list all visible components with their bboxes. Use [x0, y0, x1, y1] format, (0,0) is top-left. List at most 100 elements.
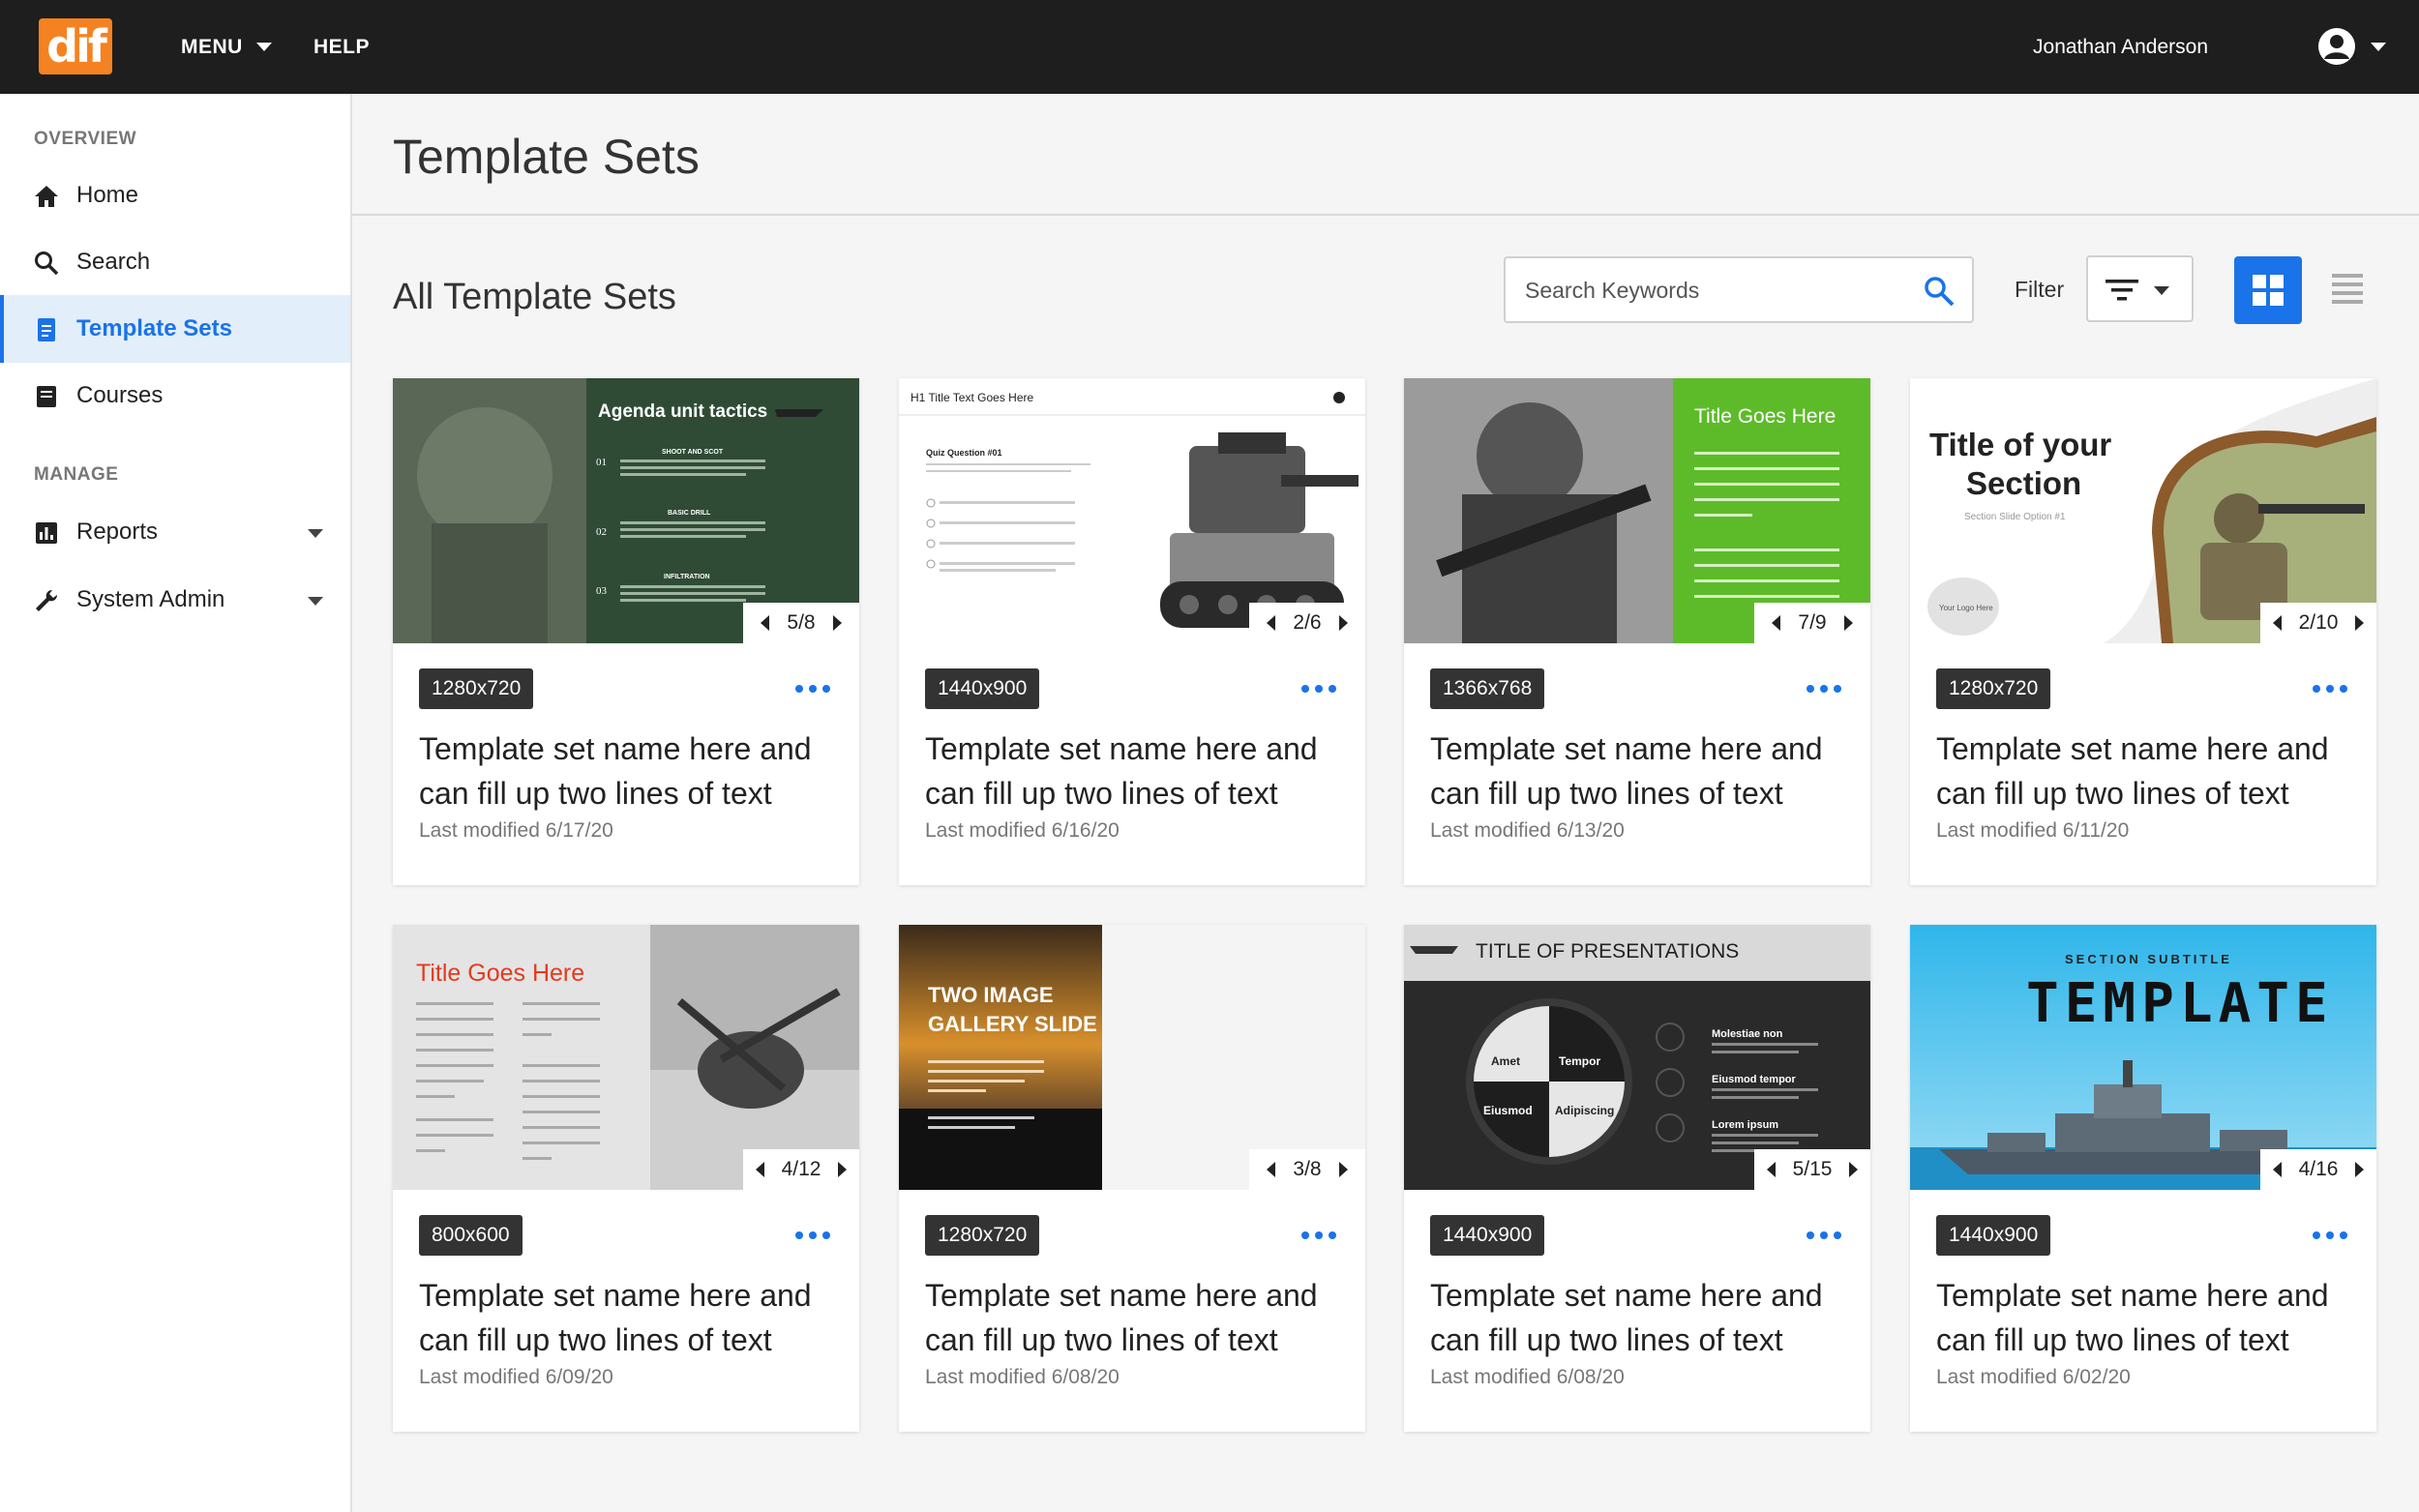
prev-arrow-icon[interactable] [2272, 615, 2282, 631]
resolution-badge: 1440x900 [1430, 1215, 1545, 1256]
thumb-item: BASIC DRILL [668, 510, 711, 517]
more-options-icon[interactable] [1301, 1227, 1336, 1244]
slide-pager: 2/6 [1249, 603, 1365, 643]
card-title[interactable]: Template set name here and can fill up t… [1430, 726, 1856, 815]
card-thumbnail[interactable]: Title Goes Here 4/12 [393, 925, 859, 1190]
next-arrow-icon[interactable] [1338, 1162, 1348, 1177]
user-menu-chevron-icon[interactable] [2371, 43, 2386, 51]
next-arrow-icon[interactable] [2355, 1162, 2365, 1177]
template-set-card[interactable]: TITLE OF PRESENTATIONS Amet Tempor Eiusm… [1404, 925, 1870, 1432]
thumb-title: H1 Title Text Goes Here [911, 391, 1033, 404]
user-name[interactable]: Jonathan Anderson [2033, 0, 2208, 94]
thumb-item: Eiusmod tempor [1712, 1074, 1797, 1085]
more-options-icon[interactable] [2313, 1227, 2347, 1244]
account-icon[interactable] [2318, 28, 2355, 65]
filter-label: Filter [2015, 277, 2065, 302]
template-set-card[interactable]: TWO IMAGE GALLERY SLIDE 3/8 1280x720 Tem… [899, 925, 1365, 1432]
top-app-bar: dif MENU HELP Jonathan Anderson [0, 0, 2419, 94]
help-label: HELP [314, 35, 371, 58]
prev-arrow-icon[interactable] [761, 615, 770, 631]
next-arrow-icon[interactable] [1849, 1162, 1859, 1177]
more-options-icon[interactable] [2313, 680, 2347, 697]
sidebar-item-label: System Admin [76, 586, 225, 612]
sidebar-item-reports[interactable]: Reports [0, 498, 350, 566]
thumb-subtitle: Section Slide Option #1 [1964, 512, 2066, 522]
sidebar-item-search[interactable]: Search [0, 228, 350, 296]
app-logo[interactable]: dif [39, 18, 112, 74]
card-thumbnail[interactable]: TITLE OF PRESENTATIONS Amet Tempor Eiusm… [1404, 925, 1870, 1190]
thumb-quad: Eiusmod [1483, 1104, 1533, 1117]
more-options-icon[interactable] [795, 1227, 830, 1244]
prev-arrow-icon[interactable] [2272, 1162, 2282, 1177]
grid-view-icon [2253, 275, 2284, 306]
last-modified: Last modified 6/16/20 [925, 819, 1120, 842]
prev-arrow-icon[interactable] [1267, 1162, 1276, 1177]
card-title[interactable]: Template set name here and can fill up t… [925, 726, 1351, 815]
more-options-icon[interactable] [1807, 1227, 1841, 1244]
filter-dropdown[interactable] [2086, 255, 2194, 322]
more-options-icon[interactable] [1807, 680, 1841, 697]
page-title: Template Sets [393, 130, 700, 184]
template-set-card[interactable]: Title of your Section Section Slide Opti… [1910, 378, 2376, 885]
chevron-down-icon [255, 43, 272, 51]
prev-arrow-icon[interactable] [1772, 615, 1781, 631]
sidebar-item-label: Reports [76, 519, 159, 545]
card-thumbnail[interactable]: H1 Title Text Goes Here Quiz Question #0… [899, 378, 1365, 643]
slide-pager: 7/9 [1754, 603, 1870, 643]
sidebar-item-system-admin[interactable]: System Admin [0, 566, 350, 634]
next-arrow-icon[interactable] [832, 615, 842, 631]
search-icon[interactable] [1922, 274, 1956, 309]
template-set-card[interactable]: SECTION SUBTITLE TEMPLATE 4/16 1440x900 … [1910, 925, 2376, 1432]
next-arrow-icon[interactable] [838, 1162, 848, 1177]
sidebar-section-manage: MANAGE [34, 464, 119, 485]
card-thumbnail[interactable]: Title of your Section Section Slide Opti… [1910, 378, 2376, 643]
search-input[interactable] [1525, 272, 1912, 309]
card-title[interactable]: Template set name here and can fill up t… [925, 1273, 1351, 1362]
list-view-icon[interactable] [2330, 271, 2365, 306]
template-set-card[interactable]: Title Goes Here 4/12 800x600 Template se… [393, 925, 859, 1432]
thumb-title: Section [1966, 465, 2081, 501]
slide-pager: 5/8 [743, 603, 859, 643]
card-title[interactable]: Template set name here and can fill up t… [1936, 726, 2362, 815]
prev-arrow-icon[interactable] [755, 1162, 764, 1177]
thumb-title: TITLE OF PRESENTATIONS [1476, 940, 1739, 963]
sidebar-item-label: Template Sets [76, 315, 232, 341]
sidebar-item-home[interactable]: Home [0, 162, 350, 229]
sidebar-item-template-sets[interactable]: Template Sets [0, 295, 350, 363]
more-options-icon[interactable] [795, 680, 830, 697]
template-set-card[interactable]: H1 Title Text Goes Here Quiz Question #0… [899, 378, 1365, 885]
next-arrow-icon[interactable] [1843, 615, 1853, 631]
grid-view-button[interactable] [2234, 256, 2302, 324]
home-icon [35, 186, 58, 207]
search-icon [35, 252, 59, 276]
card-thumbnail[interactable]: Title Goes Here 7/9 [1404, 378, 1870, 643]
template-set-card[interactable]: Title Goes Here 7/9 1366x768 Template se… [1404, 378, 1870, 885]
thumb-quad: Amet [1491, 1054, 1520, 1068]
card-thumbnail[interactable]: SECTION SUBTITLE TEMPLATE 4/16 [1910, 925, 2376, 1190]
help-link[interactable]: HELP [314, 0, 370, 94]
prev-arrow-icon[interactable] [1267, 615, 1276, 631]
card-title[interactable]: Template set name here and can fill up t… [1430, 1273, 1856, 1362]
next-arrow-icon[interactable] [2355, 615, 2365, 631]
thumb-item: Molestiae non [1712, 1028, 1783, 1040]
card-title[interactable]: Template set name here and can fill up t… [419, 726, 845, 815]
sidebar-section-overview: OVERVIEW [34, 129, 137, 149]
thumb-quad: Tempor [1559, 1054, 1600, 1068]
pager-count: 5/8 [787, 611, 816, 634]
card-title[interactable]: Template set name here and can fill up t… [1936, 1273, 2362, 1362]
card-thumbnail[interactable]: TWO IMAGE GALLERY SLIDE 3/8 [899, 925, 1365, 1190]
last-modified: Last modified 6/02/20 [1936, 1366, 2131, 1388]
template-set-card[interactable]: Agenda unit tactics 01 SHOOT AND SCOT 02… [393, 378, 859, 885]
prev-arrow-icon[interactable] [1766, 1162, 1776, 1177]
next-arrow-icon[interactable] [1338, 615, 1348, 631]
more-options-icon[interactable] [1301, 680, 1336, 697]
slide-pager: 5/15 [1754, 1149, 1870, 1190]
resolution-badge: 1280x720 [419, 668, 534, 709]
thumb-quad: Adipiscing [1555, 1104, 1614, 1117]
card-title[interactable]: Template set name here and can fill up t… [419, 1273, 845, 1362]
card-thumbnail[interactable]: Agenda unit tactics 01 SHOOT AND SCOT 02… [393, 378, 859, 643]
menu-dropdown[interactable]: MENU [181, 0, 272, 94]
pager-count: 2/6 [1293, 611, 1322, 634]
sidebar-item-label: Courses [76, 382, 164, 408]
sidebar-item-courses[interactable]: Courses [0, 362, 350, 430]
